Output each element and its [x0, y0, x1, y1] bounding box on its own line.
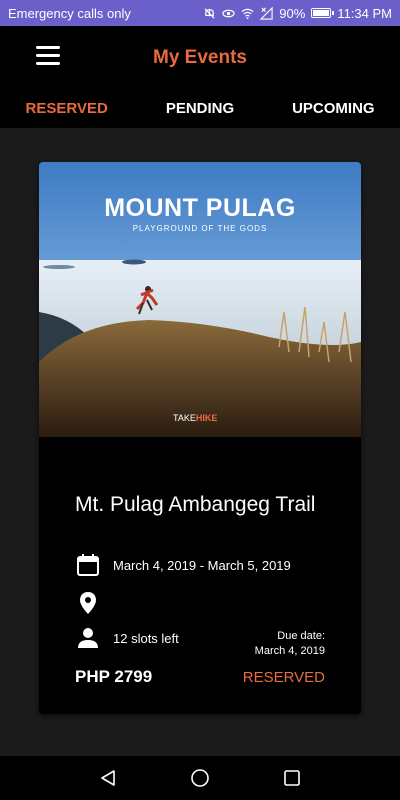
- events-list: MOUNT PULAG PLAYGROUND OF THE GODS TAKEH…: [0, 128, 400, 756]
- event-dates: March 4, 2019 - March 5, 2019: [113, 557, 291, 573]
- status-badge: RESERVED: [242, 669, 325, 686]
- tab-reserved[interactable]: RESERVED: [0, 90, 133, 128]
- event-name: Mt. Pulag Ambangeg Trail: [75, 493, 316, 516]
- carrier-text: Emergency calls only: [8, 5, 131, 21]
- recents-icon[interactable]: [281, 767, 303, 789]
- event-price: PHP 2799: [75, 667, 153, 686]
- battery-icon: [311, 8, 335, 18]
- takehike-logo: TAKEHIKE: [173, 413, 218, 423]
- due-date-value: March 4, 2019: [254, 645, 325, 657]
- tab-bar: RESERVED PENDING UPCOMING: [0, 90, 400, 128]
- status-bar: Emergency calls only 90% 11:34 PM: [0, 0, 400, 26]
- clock: 11:34 PM: [337, 5, 392, 21]
- eye-icon: [222, 9, 235, 17]
- wifi-icon: [241, 8, 254, 19]
- back-icon[interactable]: [97, 767, 119, 789]
- event-card[interactable]: MOUNT PULAG PLAYGROUND OF THE GODS TAKEH…: [39, 162, 361, 714]
- image-subtitle: PLAYGROUND OF THE GODS: [132, 224, 268, 233]
- slots-row: 12 slots left: [75, 625, 179, 651]
- image-title: MOUNT PULAG: [104, 194, 296, 222]
- system-nav-bar: [0, 756, 400, 800]
- tab-pending[interactable]: PENDING: [133, 90, 266, 128]
- battery-percent: 90%: [279, 5, 306, 21]
- due-date-label: Due date:: [277, 630, 325, 642]
- person-icon: [75, 625, 101, 651]
- mute-icon: [204, 7, 215, 19]
- event-image: MOUNT PULAG PLAYGROUND OF THE GODS TAKEH…: [39, 162, 361, 437]
- location-row: [75, 590, 113, 616]
- location-pin-icon: [75, 590, 101, 616]
- home-icon[interactable]: [189, 767, 211, 789]
- slots-left: 12 slots left: [113, 630, 179, 646]
- app-bar: My Events: [0, 26, 400, 90]
- calendar-icon: [75, 552, 101, 578]
- hamburger-menu-icon[interactable]: [36, 46, 64, 70]
- tab-upcoming[interactable]: UPCOMING: [267, 90, 400, 128]
- due-date: Due date: March 4, 2019: [255, 629, 325, 659]
- page-title: My Events: [153, 47, 247, 68]
- signal-icon: [260, 6, 273, 20]
- status-icons: 90% 11:34 PM: [203, 6, 392, 21]
- dates-row: March 4, 2019 - March 5, 2019: [75, 552, 291, 578]
